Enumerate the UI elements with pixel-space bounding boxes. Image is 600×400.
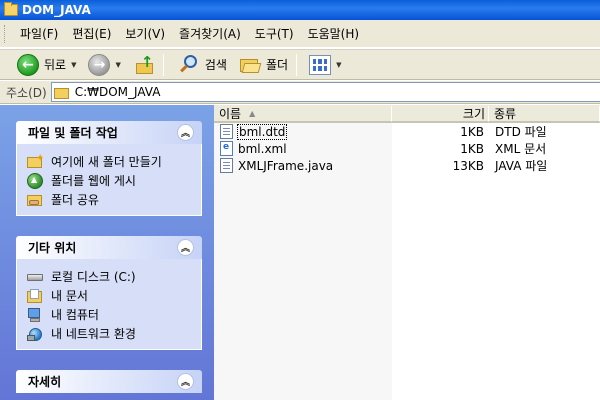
new-folder-icon: ✦ bbox=[27, 153, 44, 170]
menu-help[interactable]: 도움말(H) bbox=[301, 25, 367, 43]
place-my-computer[interactable]: 내 컴퓨터 bbox=[27, 305, 201, 324]
menu-view[interactable]: 보기(V) bbox=[118, 25, 172, 43]
task-label: 폴더를 웹에 게시 bbox=[51, 174, 136, 188]
column-type-label: 종류 bbox=[494, 107, 517, 121]
folders-button[interactable]: 폴더 bbox=[230, 52, 291, 78]
task-share-folder[interactable]: 폴더 공유 bbox=[27, 190, 201, 209]
folder-icon bbox=[4, 2, 18, 16]
panel-body: 로컬 디스크 (C:) 내 문서 내 컴퓨터 내 네트워크 환경 bbox=[16, 259, 202, 350]
title-bar[interactable]: DOM_JAVA bbox=[0, 0, 600, 20]
up-button[interactable]: ↑ bbox=[124, 52, 158, 78]
file-row[interactable]: bml.dtd 1KB DTD 파일 bbox=[214, 123, 600, 140]
column-header-type[interactable]: 종류 bbox=[489, 106, 600, 122]
panel-title: 자세히 bbox=[28, 375, 62, 389]
views-button[interactable]: ▼ bbox=[302, 52, 344, 78]
place-label: 내 네트워크 환경 bbox=[51, 327, 136, 341]
column-size-label: 크기 bbox=[462, 107, 485, 121]
search-icon bbox=[178, 54, 200, 76]
file-list: 이름 ▲ 크기 종류 bml.dtd 1KB DTD 파일 bml.xml 1K… bbox=[214, 105, 600, 400]
panel-body: ✦ 여기에 새 폴더 만들기 폴더를 웹에 게시 폴더 공유 bbox=[16, 144, 202, 216]
menu-grip[interactable] bbox=[4, 24, 7, 43]
task-pane: 파일 및 폴더 작업 ︽ ✦ 여기에 새 폴더 만들기 폴더를 웹에 게시 폴더… bbox=[0, 105, 214, 400]
file-size: 1KB bbox=[460, 124, 484, 139]
place-network[interactable]: 내 네트워크 환경 bbox=[27, 324, 201, 343]
column-name-label: 이름 bbox=[219, 107, 242, 121]
panel-header[interactable]: 파일 및 폴더 작업 ︽ bbox=[16, 121, 202, 144]
toolbar-separator bbox=[162, 53, 164, 76]
column-header-name[interactable]: 이름 ▲ bbox=[214, 106, 392, 122]
back-button[interactable]: ← 뒤로 ▼ bbox=[14, 52, 79, 78]
address-label: 주소(D) bbox=[6, 85, 47, 100]
panel-header[interactable]: 자세히 ︽ bbox=[16, 370, 202, 393]
forward-button[interactable]: → ▼ bbox=[79, 52, 123, 78]
search-button[interactable]: 검색 bbox=[169, 52, 230, 78]
menu-tools[interactable]: 도구(T) bbox=[248, 25, 301, 43]
file-row[interactable]: bml.xml 1KB XML 문서 bbox=[214, 140, 600, 157]
toolbar-separator bbox=[296, 53, 298, 76]
search-label: 검색 bbox=[204, 58, 227, 72]
place-local-disk[interactable]: 로컬 디스크 (C:) bbox=[27, 267, 201, 286]
network-icon bbox=[27, 326, 43, 342]
column-header-size[interactable]: 크기 bbox=[392, 106, 489, 122]
my-documents-icon bbox=[27, 288, 43, 304]
share-folder-icon bbox=[27, 192, 43, 208]
folder-icon bbox=[53, 86, 70, 99]
menu-bar: 파일(F) 편집(E) 보기(V) 즐겨찾기(A) 도구(T) 도움말(H) bbox=[0, 20, 600, 48]
task-publish-web[interactable]: 폴더를 웹에 게시 bbox=[27, 171, 201, 190]
folders-icon bbox=[239, 56, 262, 74]
collapse-icon[interactable]: ︽ bbox=[177, 373, 194, 390]
menu-file[interactable]: 파일(F) bbox=[13, 25, 65, 43]
folder-up-icon: ↑ bbox=[135, 54, 155, 75]
collapse-icon[interactable]: ︽ bbox=[177, 239, 194, 256]
publish-web-icon bbox=[27, 172, 43, 189]
place-label: 로컬 디스크 (C:) bbox=[51, 270, 136, 284]
toolbar: ← 뒤로 ▼ → ▼ ↑ 검색 폴더 ▼ bbox=[0, 49, 600, 80]
address-bar: 주소(D) C:₩DOM_JAVA bbox=[0, 81, 600, 104]
back-dropdown-icon[interactable]: ▼ bbox=[71, 61, 76, 69]
sort-ascending-icon: ▲ bbox=[249, 109, 256, 118]
place-my-documents[interactable]: 내 문서 bbox=[27, 286, 201, 305]
views-dropdown-icon[interactable]: ▼ bbox=[336, 61, 341, 69]
task-label: 폴더 공유 bbox=[51, 193, 99, 207]
drive-icon bbox=[27, 269, 43, 285]
address-value[interactable]: C:₩DOM_JAVA bbox=[75, 85, 161, 99]
file-type: XML 문서 bbox=[495, 142, 547, 156]
collapse-icon[interactable]: ︽ bbox=[177, 124, 194, 141]
views-icon bbox=[309, 54, 332, 75]
file-type: JAVA 파일 bbox=[495, 159, 548, 173]
folders-label: 폴더 bbox=[265, 58, 289, 72]
window-title: DOM_JAVA bbox=[22, 3, 91, 17]
file-row[interactable]: XMLJFrame.java 13KB JAVA 파일 bbox=[214, 157, 600, 174]
back-arrow-icon: ← bbox=[17, 53, 39, 76]
back-label: 뒤로 bbox=[44, 58, 67, 72]
details-panel: 자세히 ︽ bbox=[16, 370, 202, 393]
menu-favorites[interactable]: 즐겨찾기(A) bbox=[172, 25, 248, 43]
panel-header[interactable]: 기타 위치 ︽ bbox=[16, 236, 202, 259]
my-computer-icon bbox=[27, 307, 43, 323]
other-places-panel: 기타 위치 ︽ 로컬 디스크 (C:) 내 문서 내 컴퓨터 내 네트워크 환경 bbox=[16, 236, 202, 350]
forward-arrow-icon: → bbox=[88, 53, 111, 76]
task-new-folder[interactable]: ✦ 여기에 새 폴더 만들기 bbox=[27, 152, 201, 171]
panel-title: 파일 및 폴더 작업 bbox=[28, 126, 118, 140]
forward-dropdown-icon[interactable]: ▼ bbox=[115, 61, 120, 69]
file-type: DTD 파일 bbox=[495, 125, 547, 139]
task-label: 여기에 새 폴더 만들기 bbox=[51, 155, 162, 169]
file-folder-tasks-panel: 파일 및 폴더 작업 ︽ ✦ 여기에 새 폴더 만들기 폴더를 웹에 게시 폴더… bbox=[16, 121, 202, 216]
file-size: 13KB bbox=[452, 158, 484, 173]
place-label: 내 문서 bbox=[51, 289, 88, 303]
address-field[interactable]: C:₩DOM_JAVA bbox=[50, 82, 600, 102]
menu-edit[interactable]: 편집(E) bbox=[65, 25, 118, 43]
file-size: 1KB bbox=[460, 141, 484, 156]
place-label: 내 컴퓨터 bbox=[51, 308, 99, 322]
panel-title: 기타 위치 bbox=[28, 241, 77, 255]
